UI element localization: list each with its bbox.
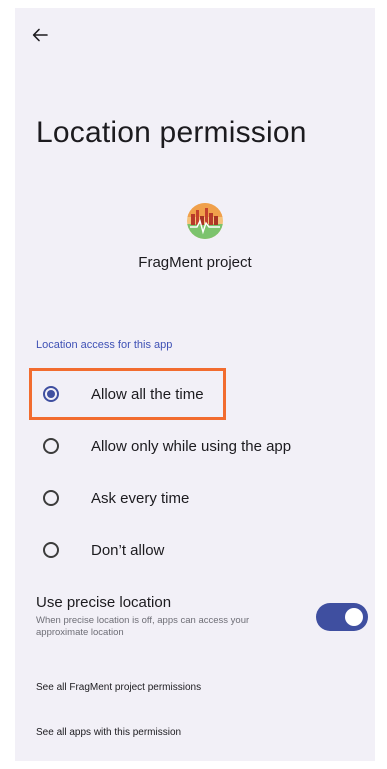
- option-label: Don’t allow: [91, 541, 165, 559]
- precise-location-description: When precise location is off, apps can a…: [36, 615, 250, 638]
- precise-location-toggle[interactable]: [316, 603, 368, 631]
- option-label: Ask every time: [91, 489, 190, 507]
- option-dont-allow[interactable]: Don’t allow: [37, 532, 347, 568]
- option-ask-every-time[interactable]: Ask every time: [37, 480, 347, 516]
- toggle-knob: [345, 608, 363, 626]
- radio-unselected-icon[interactable]: [43, 438, 59, 454]
- option-allow-while-using[interactable]: Allow only while using the app: [37, 428, 347, 464]
- radio-unselected-icon[interactable]: [43, 542, 59, 558]
- arrow-left-icon: [32, 28, 48, 42]
- option-allow-all-the-time[interactable]: Allow all the time: [37, 376, 347, 412]
- radio-selected-icon[interactable]: [43, 386, 59, 402]
- option-label: Allow all the time: [91, 385, 204, 403]
- precise-location-setting[interactable]: Use precise location When precise locati…: [36, 594, 356, 644]
- permission-screen: Location permission FragMent project Loc…: [15, 8, 375, 761]
- option-label: Allow only while using the app: [91, 437, 292, 455]
- app-name: FragMent project: [138, 254, 252, 271]
- radio-unselected-icon[interactable]: [43, 490, 59, 506]
- precise-location-title: Use precise location: [36, 594, 172, 611]
- see-apps-with-permission-link[interactable]: See all apps with this permission: [36, 727, 181, 738]
- back-button[interactable]: [29, 24, 51, 46]
- page-title: Location permission: [36, 116, 307, 149]
- section-label: Location access for this app: [36, 339, 173, 351]
- see-app-permissions-link[interactable]: See all FragMent project permissions: [36, 682, 201, 693]
- app-logo-icon: [187, 203, 223, 239]
